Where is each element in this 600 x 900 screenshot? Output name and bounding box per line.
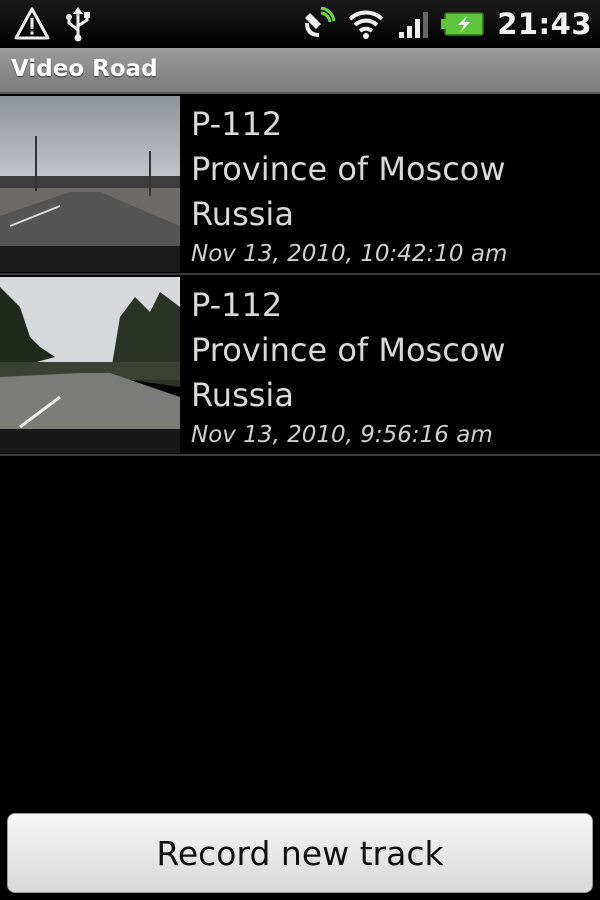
track-country: Russia (191, 376, 294, 414)
track-thumbnail (0, 96, 180, 272)
track-thumbnail (0, 277, 180, 453)
gps-icon (305, 7, 336, 37)
track-region: Province of Moscow (191, 331, 506, 369)
wifi-icon (348, 10, 384, 39)
track-road: P-112 (191, 105, 283, 143)
track-list-item[interactable]: P-112 Province of Moscow Russia Nov 13, … (0, 94, 600, 275)
title-bar: Video Road (0, 48, 600, 94)
status-bar: 21:43 (0, 0, 600, 48)
track-timestamp: Nov 13, 2010, 10:42:10 am (191, 241, 508, 267)
status-clock: 21:43 (497, 7, 592, 41)
usb-icon (66, 7, 90, 42)
track-region: Province of Moscow (191, 150, 506, 188)
signal-icon (399, 12, 429, 38)
record-new-track-button[interactable]: Record new track (7, 813, 593, 893)
track-timestamp: Nov 13, 2010, 9:56:16 am (191, 422, 493, 448)
alert-icon (14, 7, 50, 40)
app-title: Video Road (11, 56, 158, 82)
track-country: Russia (191, 195, 294, 233)
bottom-bar: Record new track (0, 806, 600, 900)
battery-charging-icon (441, 12, 484, 36)
track-list: P-112 Province of Moscow Russia Nov 13, … (0, 94, 600, 456)
track-road: P-112 (191, 286, 283, 324)
track-list-item[interactable]: P-112 Province of Moscow Russia Nov 13, … (0, 275, 600, 456)
